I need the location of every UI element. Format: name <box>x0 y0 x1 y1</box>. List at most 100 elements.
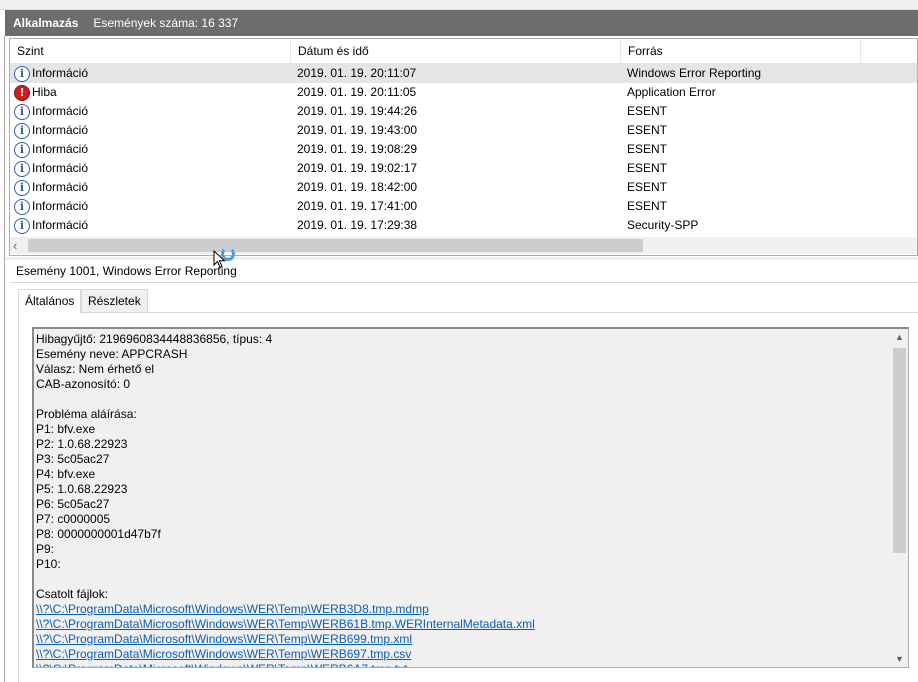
table-row[interactable]: i Információ 2019. 01. 19. 17:29:38 Securit… <box>10 216 917 235</box>
event-detail-title: Esemény 1001, Windows Error Reporting <box>16 264 237 278</box>
info-icon: i <box>14 65 30 82</box>
info-icon: i <box>14 103 30 120</box>
cell-source: ESENT <box>627 104 668 118</box>
info-icon: i <box>14 198 30 215</box>
event-list[interactable]: Szint Dátum és idő Forrás i Információ 201… <box>9 38 918 256</box>
left-border <box>4 36 5 682</box>
description-line: P6: 5c05ac27 <box>36 497 110 511</box>
cell-datetime: 2019. 01. 19. 19:02:17 <box>297 161 418 175</box>
cell-level: i Információ <box>14 216 88 235</box>
attached-file-link[interactable]: \\?\C:\ProgramData\Microsoft\Windows\WER… <box>36 647 884 662</box>
cell-datetime: 2019. 01. 19. 17:29:38 <box>297 218 418 232</box>
attached-file-link[interactable]: \\?\C:\ProgramData\Microsoft\Windows\WER… <box>36 662 884 667</box>
scroll-up-arrow-icon[interactable]: ▲ <box>891 329 908 346</box>
attached-file-link[interactable]: \\?\C:\ProgramData\Microsoft\Windows\WER… <box>36 602 884 617</box>
description-line: P2: 1.0.68.22923 <box>36 437 128 451</box>
pane-splitter[interactable] <box>5 257 918 260</box>
horizontal-scroll-thumb[interactable] <box>28 239 643 252</box>
cell-datetime: 2019. 01. 19. 19:43:00 <box>297 123 418 137</box>
level-label: Információ <box>32 199 89 213</box>
horizontal-scrollbar[interactable]: ‹ <box>10 237 917 254</box>
window-top-strip <box>0 0 918 10</box>
level-label: Információ <box>32 180 89 194</box>
level-label: Információ <box>32 104 89 118</box>
cell-level: i Információ <box>14 102 88 121</box>
description-line <box>36 392 884 407</box>
tab-general[interactable]: Általános <box>18 289 82 314</box>
column-header-source[interactable]: Forrás <box>621 39 861 64</box>
cell-datetime: 2019. 01. 19. 18:42:00 <box>297 180 418 194</box>
cell-datetime: 2019. 01. 19. 20:11:07 <box>297 66 417 80</box>
cell-level: i Információ <box>14 159 88 178</box>
level-label: Információ <box>32 218 89 232</box>
info-icon: i <box>14 179 30 196</box>
cell-source: Security-SPP <box>627 218 699 232</box>
description-line: P5: 1.0.68.22923 <box>36 482 128 496</box>
info-icon: i <box>14 217 30 234</box>
description-line: P3: 5c05ac27 <box>36 452 110 466</box>
event-rows: i Információ 2019. 01. 19. 20:11:07 Windows… <box>10 64 917 235</box>
event-description-box[interactable]: Hibagyűjtő: 2196960834448836856, típus: … <box>32 327 909 668</box>
cell-level: i Információ <box>14 197 88 216</box>
description-line <box>36 572 884 587</box>
description-line: Válasz: Nem érhető el <box>36 362 155 376</box>
table-row[interactable]: i Információ 2019. 01. 19. 19:08:29 ESENT <box>10 140 917 159</box>
table-row[interactable]: i Információ 2019. 01. 19. 20:11:07 Windows… <box>10 64 917 83</box>
vertical-scrollbar[interactable]: ▲ ▼ <box>891 329 908 667</box>
cell-source: ESENT <box>627 199 668 213</box>
description-line: P8: 0000000001d47b7f <box>36 527 161 541</box>
level-label: Információ <box>32 161 89 175</box>
cell-level: i Információ <box>14 121 88 140</box>
scroll-down-arrow-icon[interactable]: ▼ <box>891 651 908 667</box>
description-line: Probléma aláírása: <box>36 407 137 421</box>
cell-level: ! Hiba <box>14 83 57 102</box>
description-line: P9: <box>36 542 55 556</box>
vertical-scroll-thumb[interactable] <box>893 348 906 553</box>
cell-datetime: 2019. 01. 19. 20:11:05 <box>297 85 417 99</box>
cell-level: i Információ <box>14 140 88 159</box>
table-row[interactable]: i Információ 2019. 01. 19. 18:42:00 ESENT <box>10 178 917 197</box>
info-icon: i <box>14 141 30 158</box>
column-header-row: Szint Dátum és idő Forrás <box>10 39 917 64</box>
table-row[interactable]: i Információ 2019. 01. 19. 19:43:00 ESENT <box>10 121 917 140</box>
description-line: P10: <box>36 557 61 571</box>
table-row[interactable]: i Információ 2019. 01. 19. 19:44:26 ESENT <box>10 102 917 121</box>
cell-datetime: 2019. 01. 19. 19:08:29 <box>297 142 418 156</box>
description-line: P4: bfv.exe <box>36 467 96 481</box>
description-line: Hibagyűjtő: 2196960834448836856, típus: … <box>36 332 273 346</box>
table-row[interactable]: i Információ 2019. 01. 19. 19:02:17 ESENT <box>10 159 917 178</box>
cell-source: ESENT <box>627 142 668 156</box>
description-line: CAB-azonosító: 0 <box>36 377 131 391</box>
column-header-datetime[interactable]: Dátum és idő <box>291 39 621 64</box>
cell-source: ESENT <box>627 180 668 194</box>
column-header-level[interactable]: Szint <box>10 39 291 64</box>
description-line: Csatolt fájlok: <box>36 587 109 601</box>
cell-source: Windows Error Reporting <box>627 66 762 80</box>
table-row[interactable]: ! Hiba 2019. 01. 19. 20:11:05 Application E… <box>10 83 917 102</box>
cell-datetime: 2019. 01. 19. 19:44:26 <box>297 104 418 118</box>
description-line: P1: bfv.exe <box>36 422 96 436</box>
description-line: Esemény neve: APPCRASH <box>36 347 188 361</box>
description-lines: Hibagyűjtő: 2196960834448836856, típus: … <box>36 332 884 667</box>
cell-level: i Információ <box>14 64 88 83</box>
detail-separator <box>10 282 918 283</box>
scroll-left-arrow-icon[interactable]: ‹ <box>13 237 17 254</box>
level-label: Információ <box>32 142 89 156</box>
cell-source: Application Error <box>627 85 716 99</box>
attached-file-link[interactable]: \\?\C:\ProgramData\Microsoft\Windows\WER… <box>36 617 884 632</box>
description-line: P7: c0000005 <box>36 512 111 526</box>
tab-details[interactable]: Részletek <box>81 289 148 313</box>
error-icon: ! <box>14 84 30 101</box>
table-row[interactable]: i Információ 2019. 01. 19. 17:41:00 ESENT <box>10 197 917 216</box>
cell-datetime: 2019. 01. 19. 17:41:00 <box>297 199 418 213</box>
level-label: Információ <box>32 66 89 80</box>
busy-spinner-icon <box>221 247 235 261</box>
level-label: Információ <box>32 123 89 137</box>
info-icon: i <box>14 160 30 177</box>
info-icon: i <box>14 122 30 139</box>
attached-file-link[interactable]: \\?\C:\ProgramData\Microsoft\Windows\WER… <box>36 632 884 647</box>
cell-source: ESENT <box>627 123 668 137</box>
event-count: Események száma: 16 337 <box>93 16 239 30</box>
log-name: Alkalmazás <box>13 16 79 30</box>
level-label: Hiba <box>32 85 57 99</box>
